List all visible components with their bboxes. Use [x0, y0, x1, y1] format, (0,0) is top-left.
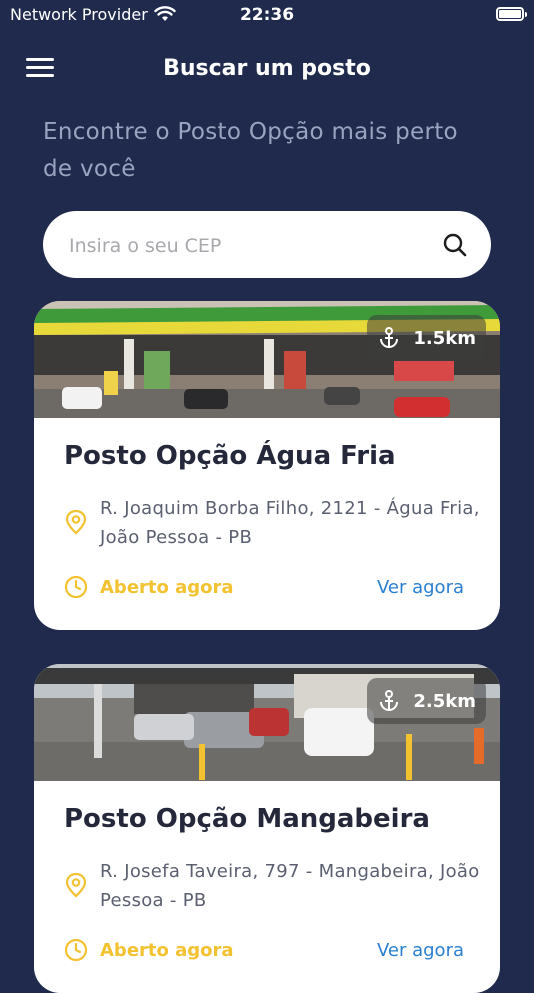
station-card[interactable]: 1.5km Posto Opção Água Fria R. Joaquim B… — [34, 301, 500, 630]
distance-badge: 1.5km — [367, 315, 486, 361]
navigation-bar: Buscar um posto — [0, 44, 534, 94]
cep-search-input[interactable] — [67, 211, 431, 280]
intro-text: Encontre o Posto Opção mais perto de voc… — [43, 119, 458, 182]
anchor-icon — [380, 327, 399, 348]
view-station-link[interactable]: Ver agora — [377, 577, 464, 598]
clock-time: 22:36 — [239, 5, 295, 25]
page-title: Buscar um posto — [163, 56, 371, 81]
battery-icon — [496, 7, 527, 21]
opening-status: Aberto agora — [100, 940, 234, 961]
anchor-icon — [380, 690, 399, 711]
opening-status: Aberto agora — [100, 577, 234, 598]
station-name: Posto Opção Mangabeira — [64, 804, 430, 834]
location-pin-icon — [65, 509, 87, 535]
location-pin-icon — [65, 872, 87, 898]
distance-value: 1.5km — [413, 327, 476, 349]
cep-search-bar — [43, 211, 491, 280]
search-icon[interactable] — [443, 233, 467, 257]
status-bar: Network Provider 22:36 — [0, 0, 534, 30]
clock-icon — [64, 575, 88, 599]
clock-icon — [64, 938, 88, 962]
distance-value: 2.5km — [413, 690, 476, 712]
distance-badge: 2.5km — [367, 678, 486, 724]
view-station-link[interactable]: Ver agora — [377, 940, 464, 961]
station-name: Posto Opção Água Fria — [64, 441, 396, 471]
station-address: R. Joaquim Borba Filho, 2121 - Água Fria… — [100, 498, 480, 548]
station-card[interactable]: 2.5km Posto Opção Mangabeira R. Josefa T… — [34, 664, 500, 993]
station-address: R. Josefa Taveira, 797 - Mangabeira, Joã… — [100, 861, 480, 911]
station-photo: 2.5km — [34, 664, 500, 781]
station-photo: 1.5km — [34, 301, 500, 418]
